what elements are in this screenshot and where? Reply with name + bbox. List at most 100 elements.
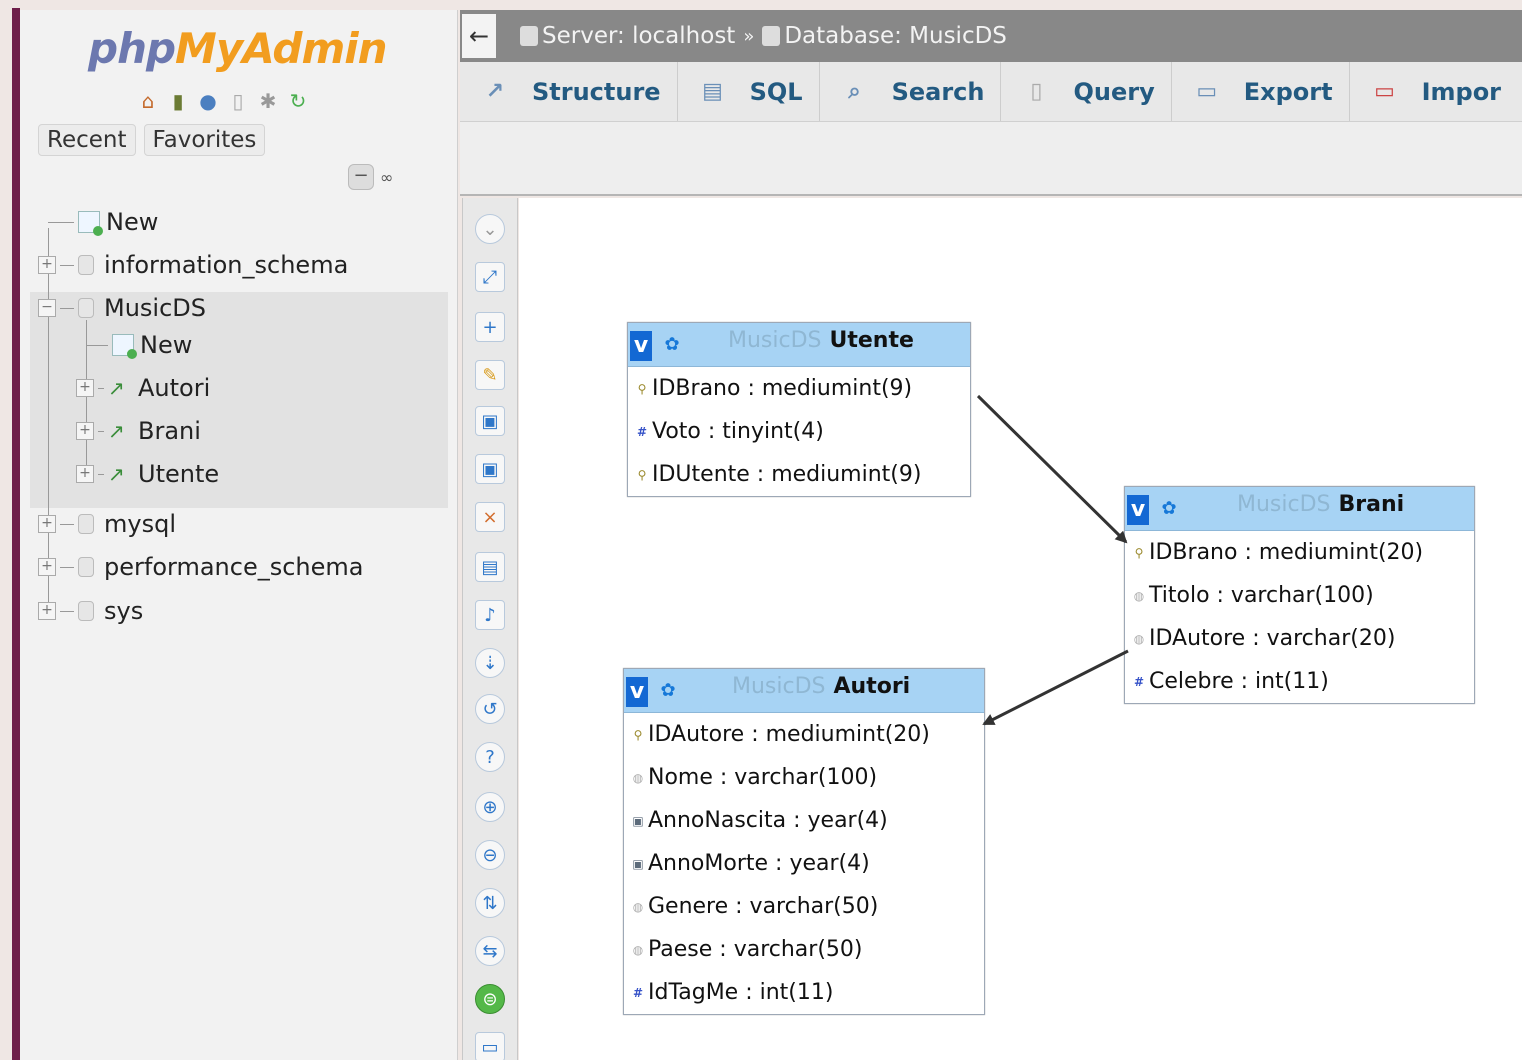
table-field[interactable]: ⚲ IDAutore : mediumint(20) — [624, 713, 984, 756]
designer-side-toolbar: ⌄ ⤢ + ✎ ▣ ▣ × ▤ ♪ ⇣ ↺ ? ⊕ ⊖ ⇅ ⇆ ⊜ ▭ — [462, 198, 518, 1060]
tree-item-new[interactable]: New — [48, 203, 158, 241]
pdf-schema-icon[interactable]: ▤ — [475, 552, 505, 582]
new-page-icon[interactable]: + — [475, 312, 505, 342]
back-arrow-icon[interactable]: ← — [462, 14, 496, 58]
date-field-icon: ▣ — [632, 856, 644, 871]
database-icon — [762, 26, 781, 46]
arrange-icon[interactable]: ⇣ — [475, 648, 505, 678]
table-field[interactable]: ▣ AnnoMorte : year(4) — [624, 842, 984, 885]
table-field[interactable]: # Voto : tinyint(4) — [628, 410, 970, 453]
table-field[interactable]: ▣ AnnoNascita : year(4) — [624, 799, 984, 842]
table-field[interactable]: ◍ Genere : varchar(50) — [624, 885, 984, 928]
table-field[interactable]: ◍ IDAutore : varchar(20) — [1125, 617, 1474, 660]
server-icon[interactable]: ▮ — [166, 89, 190, 113]
table-box-brani[interactable]: v ✿ MusicDS Brani ⚲ IDBrano : mediumint(20… — [1124, 486, 1475, 704]
tab-sql[interactable]: ▤ SQL — [678, 62, 820, 121]
tab-query[interactable]: ▯ Query — [1001, 62, 1172, 121]
active-tool-icon[interactable]: ⊜ — [475, 984, 505, 1014]
expand-icon[interactable]: + — [38, 558, 56, 576]
tree-item-brani[interactable]: + ↗ Brani — [76, 412, 201, 450]
export-schema-icon[interactable]: ▭ — [475, 1032, 505, 1060]
numeric-field-icon: # — [632, 985, 644, 1000]
tree-item-musicds-new[interactable]: New — [86, 326, 192, 364]
delete-page-icon[interactable]: × — [475, 502, 505, 532]
table-options-icon[interactable]: ✿ — [662, 335, 682, 355]
tree-item-utente[interactable]: + ↗ Utente — [76, 455, 219, 493]
relation-line-icon[interactable]: ♪ — [475, 600, 505, 630]
help-icon[interactable]: ? — [475, 742, 505, 772]
favorites-tab[interactable]: Favorites — [143, 124, 266, 156]
table-header[interactable]: v ✿ MusicDS Brani — [1125, 487, 1474, 531]
table-field[interactable]: # IdTagMe : int(11) — [624, 971, 984, 1014]
search-icon: ⌕ — [848, 79, 861, 104]
expand-icon[interactable]: + — [76, 465, 94, 483]
window-top-strip — [0, 0, 1522, 10]
grid-icon[interactable]: ⊕ — [475, 792, 505, 822]
small-big-icon[interactable]: ⊖ — [475, 840, 505, 870]
export-icon: ▭ — [1196, 79, 1218, 104]
tree-item-musicds[interactable]: − MusicDS — [38, 289, 206, 327]
breadcrumb-database[interactable]: Database: MusicDS — [784, 23, 1007, 49]
toggle-relations-icon[interactable]: ⇆ — [475, 936, 505, 966]
tab-import[interactable]: ▭ Impor — [1350, 62, 1517, 121]
server-icon — [520, 26, 538, 46]
nav-icon-bar: ⌂ ▮ ● ▯ ✱ ↻ — [136, 86, 310, 116]
expand-icon[interactable]: + — [38, 602, 56, 620]
recent-tab[interactable]: Recent — [38, 124, 136, 156]
query-icon: ▯ — [1030, 79, 1043, 104]
tab-structure[interactable]: ↗ Structure — [460, 62, 678, 121]
collapse-icon[interactable]: − — [38, 299, 56, 317]
table-field[interactable]: ⚲ IDBrano : mediumint(9) — [628, 367, 970, 410]
info-icon[interactable]: ● — [196, 89, 220, 113]
edit-page-icon[interactable]: ✎ — [475, 360, 505, 390]
save-as-icon[interactable]: ▣ — [475, 454, 505, 484]
database-icon — [78, 298, 94, 318]
table-header[interactable]: v ✿ MusicDS Autori — [624, 669, 984, 713]
breadcrumb-server[interactable]: Server: localhost — [542, 23, 735, 49]
link-with-main-icon[interactable]: ∞ — [380, 168, 393, 187]
phpmyadmin-logo[interactable]: phpMyAdmin — [88, 24, 388, 73]
table-field[interactable]: ⚲ IDUtente : mediumint(9) — [628, 453, 970, 496]
table-options-icon[interactable]: ✿ — [658, 681, 678, 701]
tab-label: SQL — [749, 78, 803, 106]
expand-icon[interactable]: + — [76, 422, 94, 440]
tree-item-label: performance_schema — [104, 553, 364, 581]
table-toggle-icon[interactable]: v — [630, 331, 652, 361]
toggle-all-icon[interactable]: ⇅ — [475, 888, 505, 918]
toggle-menu-icon[interactable]: ⌄ — [475, 214, 505, 244]
tree-branch — [60, 307, 74, 309]
fullscreen-icon[interactable]: ⤢ — [475, 262, 505, 292]
expand-icon[interactable]: + — [38, 515, 56, 533]
table-box-utente[interactable]: v ✿ MusicDS Utente ⚲ IDBrano : mediumint(9… — [627, 322, 971, 497]
tree-branch — [60, 566, 74, 568]
tree-item-sys[interactable]: + sys — [38, 592, 143, 630]
table-box-autori[interactable]: v ✿ MusicDS Autori ⚲ IDAutore : mediumint(… — [623, 668, 985, 1015]
table-field[interactable]: ⚲ IDBrano : mediumint(20) — [1125, 531, 1474, 574]
new-database-icon — [78, 211, 103, 236]
tree-item-autori[interactable]: + ↗ Autori — [76, 369, 210, 407]
expand-icon[interactable]: + — [76, 379, 94, 397]
angular-links-icon[interactable]: ↺ — [475, 694, 505, 724]
save-icon[interactable]: ▣ — [475, 406, 505, 436]
table-toggle-icon[interactable]: v — [626, 677, 648, 707]
tree-item-label: New — [106, 208, 159, 236]
reload-icon[interactable]: ↻ — [286, 89, 310, 113]
tab-search[interactable]: ⌕ Search — [820, 62, 1002, 121]
tree-item-information-schema[interactable]: + information_schema — [38, 246, 348, 284]
table-field[interactable]: # Celebre : int(11) — [1125, 660, 1474, 703]
table-header[interactable]: v ✿ MusicDS Utente — [628, 323, 970, 367]
table-options-icon[interactable]: ✿ — [1159, 499, 1179, 519]
table-field[interactable]: ◍ Titolo : varchar(100) — [1125, 574, 1474, 617]
tree-item-performance-schema[interactable]: + performance_schema — [38, 548, 363, 586]
tab-export[interactable]: ▭ Export — [1172, 62, 1350, 121]
table-field[interactable]: ◍ Paese : varchar(50) — [624, 928, 984, 971]
home-icon[interactable]: ⌂ — [136, 89, 160, 113]
tree-item-mysql[interactable]: + mysql — [38, 505, 176, 543]
collapse-all-button[interactable]: − — [348, 164, 374, 190]
table-toggle-icon[interactable]: v — [1127, 495, 1149, 525]
table-field[interactable]: ◍ Nome : varchar(100) — [624, 756, 984, 799]
primary-key-icon: ⚲ — [637, 467, 647, 482]
docs-icon[interactable]: ▯ — [226, 89, 250, 113]
settings-icon[interactable]: ✱ — [256, 89, 280, 113]
expand-icon[interactable]: + — [38, 256, 56, 274]
